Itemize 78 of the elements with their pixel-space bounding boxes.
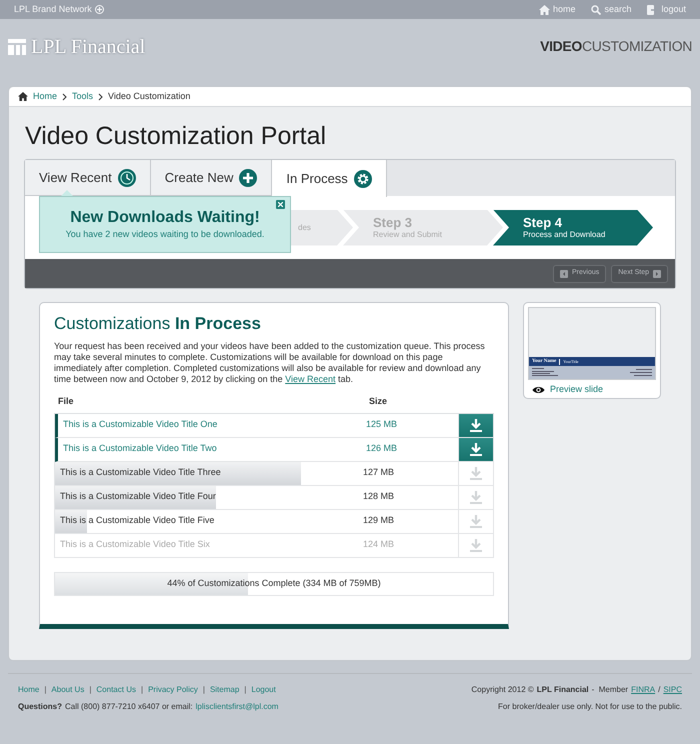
file-name: This is a Customizable Video Title Six	[59, 538, 211, 552]
file-name: This is a Customizable Video Title Four	[59, 490, 217, 504]
file-name: This is a Customizable Video Title Two	[62, 442, 218, 456]
footer-link[interactable]: Sitemap	[210, 684, 240, 696]
app-title: VIDEOCUSTOMIZATION	[540, 37, 692, 56]
download-icon	[469, 514, 483, 528]
chevron-icon	[98, 92, 104, 100]
footer-link[interactable]: Logout	[251, 684, 276, 696]
top-nav-link[interactable]: search	[591, 2, 632, 16]
member-link[interactable]: FINRA	[631, 684, 656, 696]
eye-icon	[532, 386, 545, 394]
file-size: 129 MB	[363, 514, 394, 528]
link-separator: |	[44, 684, 46, 696]
breadcrumb-link[interactable]: Home	[33, 90, 58, 104]
file-size: 126 MB	[366, 442, 398, 456]
footer-link[interactable]: Contact Us	[96, 684, 136, 696]
view-recent-link[interactable]: View Recent	[285, 374, 336, 384]
link-separator: |	[140, 684, 144, 696]
top-nav-link[interactable]: home	[538, 2, 576, 16]
progress-label: 44% of Customizations Complete (334 MB of 759MB)	[167, 576, 381, 590]
disclaimer-text: For broker/dealer use only. Not for use to the public.	[498, 701, 682, 713]
file-name: This is a Customizable Video Title Three	[59, 466, 222, 480]
file-name: This is a Customizable Video Title One	[62, 418, 218, 432]
link-separator: |	[244, 684, 246, 696]
page-title: Video Customization Portal	[24, 121, 328, 152]
chevron-icon	[62, 92, 68, 100]
download-icon	[469, 418, 483, 432]
company-name: LPL Financial	[536, 684, 589, 696]
close-button[interactable]	[276, 200, 285, 209]
step-indicator: Step 4 Process and Download	[493, 210, 653, 246]
link-separator: |	[202, 684, 205, 696]
file-size: 124 MB	[363, 538, 394, 552]
copyright-text: Copyright 2012 ©	[471, 684, 534, 696]
home-icon	[538, 4, 550, 14]
card-title: Customizations In Process	[54, 313, 262, 335]
step-indicator: Step 3 Review and Submit	[343, 210, 503, 246]
preview-slide-link[interactable]: Preview slide	[528, 383, 656, 396]
column-header: Size	[369, 395, 388, 408]
download-icon	[469, 538, 483, 552]
link-separator: |	[89, 684, 92, 696]
link-separator: /	[658, 684, 660, 696]
top-nav-link[interactable]: logout	[647, 2, 686, 16]
brand-network-link[interactable]: LPL Brand Network	[14, 2, 104, 16]
download-icon	[469, 442, 483, 456]
tab[interactable]: View Recent	[25, 160, 151, 196]
file-name: This is a Customizable Video Title Five	[59, 514, 216, 528]
download-icon	[469, 490, 483, 504]
search-icon	[591, 4, 602, 14]
home-icon	[18, 92, 28, 101]
footer-link[interactable]: About Us	[51, 684, 84, 696]
tab[interactable]: In Process	[272, 160, 387, 197]
member-link[interactable]: SIPC	[663, 684, 682, 696]
close-icon	[278, 202, 283, 207]
download-button[interactable]	[458, 414, 493, 436]
tab[interactable]: Create New	[150, 160, 272, 196]
plus-icon	[239, 168, 258, 186]
column-header: File	[57, 395, 75, 408]
gear-icon	[354, 170, 372, 188]
intro-paragraph: Your request has been received and your videos have been added to the customization queue. This process may take several minutes to complete. Customizations will be available for download on this page immediately after completion. Completed customizations will also be available for review and download any time between now and October 9, 2012 by clicking on the View Recent tab.	[54, 341, 486, 385]
breadcrumb-link[interactable]: Tools	[72, 90, 94, 104]
footer-link[interactable]: Privacy Policy	[148, 684, 198, 696]
contact-text: Call (800) 877-7210 x6407 or email:	[65, 701, 193, 713]
left-arrow-icon	[560, 270, 568, 278]
clock-icon	[118, 168, 136, 186]
download-button[interactable]	[458, 438, 493, 460]
company-logo: LPL Financial	[8, 32, 146, 62]
breadcrumb-link[interactable]: Video Customization	[108, 90, 190, 104]
questions-label: Questions?	[18, 701, 62, 713]
file-size: 125 MB	[366, 418, 398, 432]
plus-icon	[94, 5, 104, 14]
file-size: 127 MB	[363, 466, 394, 480]
contact-lines-drawing	[628, 368, 652, 377]
download-icon	[469, 466, 483, 480]
right-arrow-icon	[653, 270, 661, 278]
member-text: - Member	[592, 684, 628, 696]
email-link[interactable]: lplisclientsfirst@lpl.com	[196, 701, 278, 713]
footer-link[interactable]: Home	[18, 684, 40, 696]
file-size: 128 MB	[363, 490, 394, 504]
